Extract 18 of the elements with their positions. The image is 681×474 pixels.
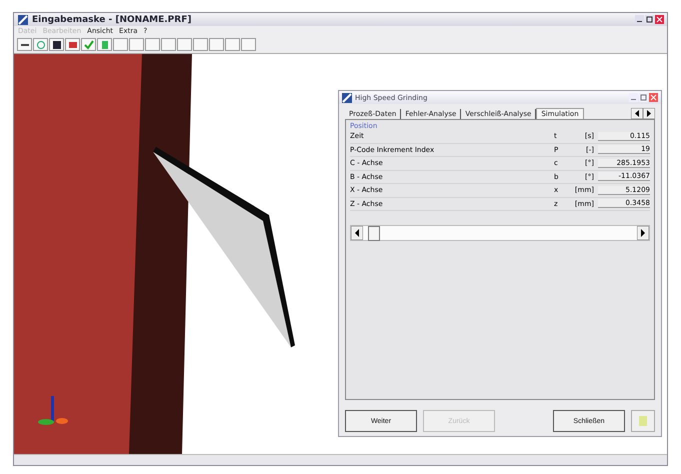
scroll-right-icon[interactable] bbox=[637, 226, 649, 240]
circle-icon bbox=[36, 40, 46, 50]
app-icon bbox=[342, 92, 352, 102]
close-icon[interactable] bbox=[655, 15, 664, 24]
scroll-left-icon[interactable] bbox=[631, 108, 643, 119]
toolbar-button[interactable] bbox=[49, 38, 64, 51]
help-button[interactable] bbox=[631, 410, 655, 432]
maximize-icon[interactable] bbox=[645, 15, 654, 24]
slider-track[interactable] bbox=[350, 225, 650, 241]
minimize-icon[interactable] bbox=[635, 15, 644, 24]
check-icon bbox=[84, 40, 94, 50]
scroll-left-icon[interactable] bbox=[351, 226, 363, 240]
app-icon bbox=[17, 14, 29, 26]
toolbar-button[interactable] bbox=[17, 38, 32, 51]
slider-thumb[interactable] bbox=[368, 226, 380, 241]
close-icon[interactable] bbox=[649, 93, 658, 102]
window-title: Eingabemaske - [NONAME.PRF] bbox=[32, 14, 192, 24]
scroll-right-icon[interactable] bbox=[643, 108, 655, 119]
